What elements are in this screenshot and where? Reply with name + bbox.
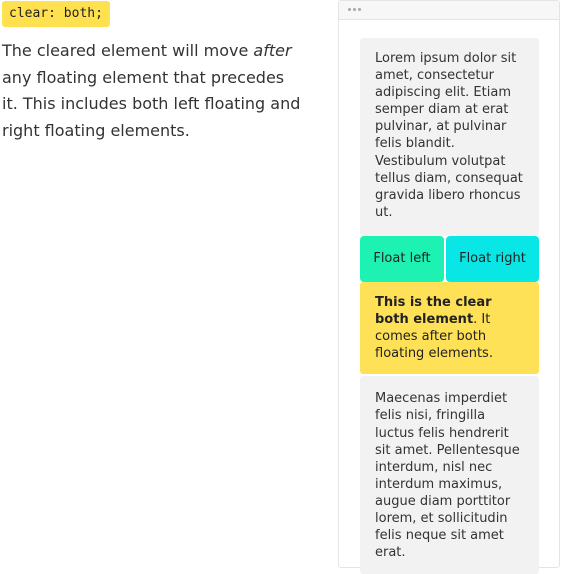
- explanation-text: The cleared element will move after any …: [2, 38, 302, 144]
- paragraph-bottom: Maecenas imperdiet felis nisi, fringilla…: [360, 376, 539, 574]
- explanation-after: any floating element that precedes it. T…: [2, 67, 301, 140]
- paragraph-top: Lorem ipsum dolor sit amet, consectetur …: [360, 38, 539, 236]
- float-right-box: Float right: [446, 235, 539, 282]
- explanation-emphasis: after: [253, 41, 292, 60]
- css-property-tag: clear: both;: [2, 1, 110, 27]
- demo-frame: Lorem ipsum dolor sit amet, consectetur …: [338, 0, 560, 574]
- demo-area: Lorem ipsum dolor sit amet, consectetur …: [360, 38, 539, 574]
- float-left-box: Float left: [360, 235, 444, 282]
- floats-row: Float left Float right: [360, 235, 539, 282]
- explanation-before: The cleared element will move: [2, 41, 254, 60]
- more-dots-icon[interactable]: [348, 8, 361, 11]
- demo-frame-toolbar: [339, 1, 559, 20]
- clear-both-box: This is the clear both element. It comes…: [360, 281, 539, 375]
